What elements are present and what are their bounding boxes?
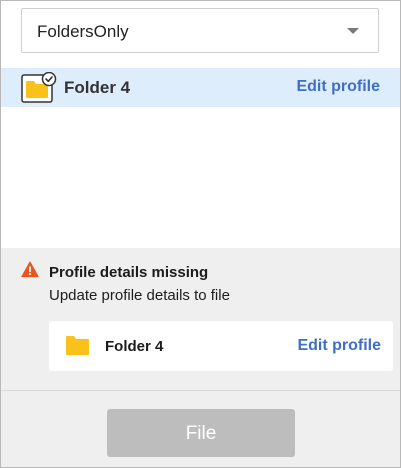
- filing-panel: FoldersOnly Folder 4 Edit profile Profil…: [0, 0, 401, 468]
- selected-folder-name: Folder 4: [64, 78, 131, 97]
- folder-check-icon: [21, 71, 57, 104]
- warning-icon: [21, 261, 39, 278]
- missing-item-folder-name: Folder 4: [105, 338, 164, 355]
- missing-profile-item: Folder 4 Edit profile: [49, 321, 393, 371]
- warning-title: Profile details missing: [49, 264, 209, 281]
- folder-icon: [65, 335, 90, 356]
- warning-section: Profile details missing Update profile d…: [1, 248, 400, 390]
- chevron-down-icon[interactable]: [347, 28, 359, 34]
- missing-item-edit-profile-link[interactable]: Edit profile: [297, 337, 381, 355]
- footer: File: [1, 390, 400, 467]
- profile-dropdown-value: FoldersOnly: [37, 22, 129, 41]
- file-button[interactable]: File: [107, 409, 295, 457]
- selected-folder-row[interactable]: Folder 4 Edit profile: [1, 68, 400, 107]
- warning-message: Update profile details to file: [49, 287, 230, 304]
- edit-profile-link[interactable]: Edit profile: [296, 78, 380, 96]
- profile-dropdown[interactable]: FoldersOnly: [21, 8, 379, 53]
